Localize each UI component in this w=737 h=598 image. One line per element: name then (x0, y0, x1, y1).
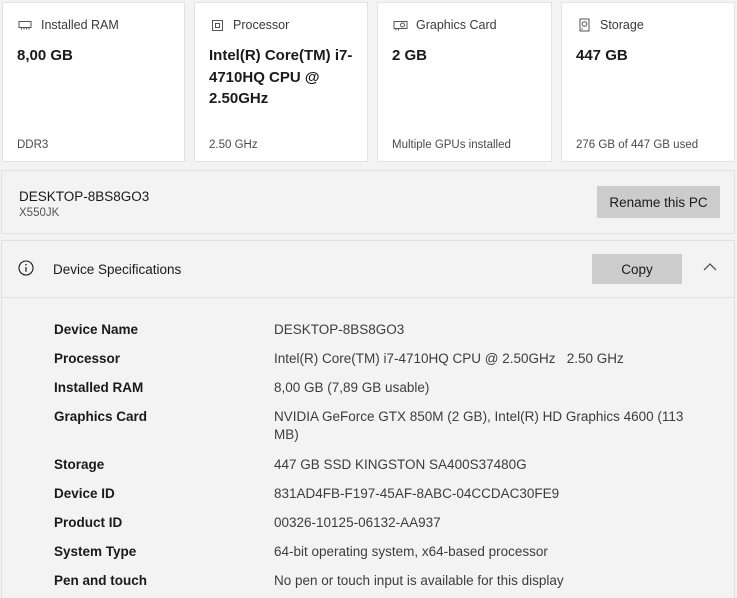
spec-row-product-id: Product ID 00326-10125-06132-AA937 (54, 514, 704, 532)
card-title: Processor (233, 18, 290, 32)
spec-value: 831AD4FB-F197-45AF-8ABC-04CCDAC30FE9 (274, 486, 560, 501)
spec-label: Graphics Card (54, 409, 148, 424)
spec-label: Processor (54, 351, 121, 366)
card-title: Storage (600, 18, 644, 32)
spec-row-device-id: Device ID 831AD4FB-F197-45AF-8ABC-04CCDA… (54, 485, 704, 503)
section-title: Device Specifications (53, 262, 182, 277)
spec-row-device-name: Device Name DESKTOP-8BS8GO3 (54, 321, 704, 339)
processor-card: Processor Intel(R) Core(TM) i7-4710HQ CP… (194, 2, 368, 162)
device-specifications-header[interactable]: Device Specifications Copy (2, 241, 734, 298)
spec-value: NVIDIA GeForce GTX 850M (2 GB), Intel(R)… (274, 409, 684, 442)
graphics-card-icon (392, 17, 408, 33)
card-title: Installed RAM (41, 18, 119, 32)
system-about-page: Installed RAM 8,00 GB DDR3 Processor Int… (0, 0, 737, 598)
card-title: Graphics Card (416, 18, 497, 32)
spec-label: Device ID (54, 486, 115, 501)
spec-value: Intel(R) Core(TM) i7-4710HQ CPU @ 2.50GH… (274, 351, 624, 366)
card-header: Installed RAM (17, 17, 119, 33)
rename-pc-button[interactable]: Rename this PC (597, 186, 720, 218)
device-specifications-section: Device Specifications Copy Device Name D… (1, 240, 735, 598)
card-subtext: Multiple GPUs installed (392, 139, 511, 151)
spec-label: Installed RAM (54, 380, 144, 395)
card-subtext: 276 GB of 447 GB used (576, 139, 699, 151)
spec-label: Device Name (54, 322, 139, 337)
spec-label: Storage (54, 457, 105, 472)
storage-card: Storage 447 GB 276 GB of 447 GB used (561, 2, 735, 162)
processor-icon (209, 17, 225, 33)
card-header: Storage (576, 17, 644, 33)
installed-ram-card: Installed RAM 8,00 GB DDR3 (2, 2, 185, 162)
pc-name-section: DESKTOP-8BS8GO3 X550JK Rename this PC (1, 170, 735, 234)
spec-row-graphics-card: Graphics Card NVIDIA GeForce GTX 850M (2… (54, 408, 704, 444)
spec-row-installed-ram: Installed RAM 8,00 GB (7,89 GB usable) (54, 379, 704, 397)
card-subtext: 2.50 GHz (209, 139, 258, 151)
card-subtext: DDR3 (17, 139, 49, 151)
spec-row-pen-and-touch: Pen and touch No pen or touch input is a… (54, 572, 704, 590)
card-value: 447 GB (576, 47, 628, 64)
spec-value: 64-bit operating system, x64-based proce… (274, 544, 548, 559)
ram-icon (17, 17, 33, 33)
card-header: Graphics Card (392, 17, 497, 33)
pc-model: X550JK (19, 207, 60, 219)
spec-row-system-type: System Type 64-bit operating system, x64… (54, 543, 704, 561)
spec-value: 8,00 GB (7,89 GB usable) (274, 380, 430, 395)
spec-value: No pen or touch input is available for t… (274, 573, 564, 588)
chevron-up-icon[interactable] (702, 260, 718, 278)
card-value: Intel(R) Core(TM) i7-4710HQ CPU @ 2.50GH… (209, 47, 353, 107)
spec-value: 447 GB SSD KINGSTON SA400S37480G (274, 457, 527, 472)
card-value: 2 GB (392, 47, 428, 64)
spec-label: Pen and touch (54, 573, 148, 588)
info-icon (18, 260, 34, 281)
card-value: 8,00 GB (17, 47, 73, 64)
spec-value: DESKTOP-8BS8GO3 (274, 322, 405, 337)
spec-row-storage: Storage 447 GB SSD KINGSTON SA400S37480G (54, 456, 704, 474)
card-header: Processor (209, 17, 289, 33)
storage-icon (576, 17, 592, 33)
copy-button[interactable]: Copy (592, 254, 682, 284)
spec-value: 00326-10125-06132-AA937 (274, 515, 441, 530)
spec-row-processor: Processor Intel(R) Core(TM) i7-4710HQ CP… (54, 350, 704, 368)
spec-label: Product ID (54, 515, 123, 530)
spec-label: System Type (54, 544, 137, 559)
pc-name: DESKTOP-8BS8GO3 (19, 189, 150, 204)
graphics-card-card: Graphics Card 2 GB Multiple GPUs install… (377, 2, 552, 162)
